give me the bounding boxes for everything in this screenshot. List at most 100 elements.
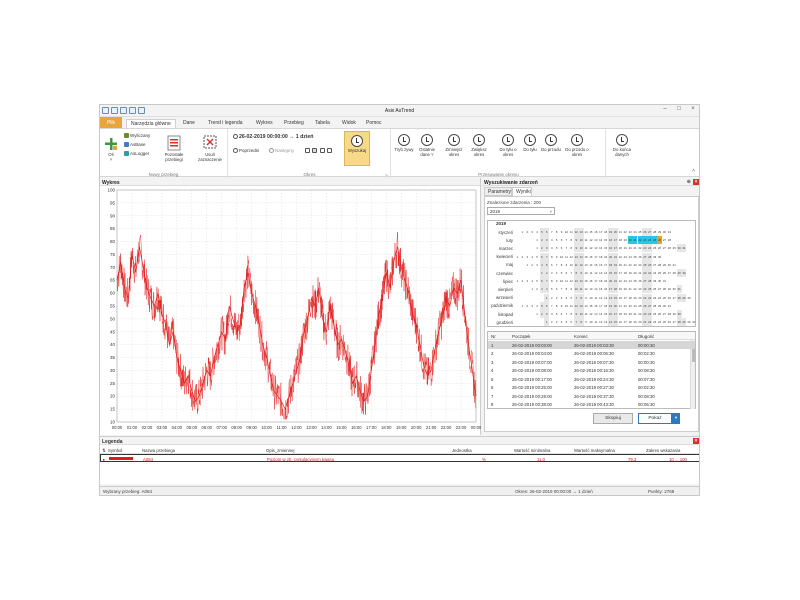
x-tick-label: 18:00 bbox=[381, 425, 392, 430]
calendar-day[interactable]: 31 bbox=[672, 261, 677, 269]
calendar-day[interactable]: 30 bbox=[657, 253, 662, 261]
calendar-day[interactable]: 30 bbox=[687, 294, 692, 302]
table-row[interactable]: 5 26-02-2019 00:17:00 26-02-2019 00:24:30 0… bbox=[488, 375, 695, 383]
back-button[interactable]: Do tyłu bbox=[520, 134, 540, 152]
tab-chart[interactable]: Wykres bbox=[252, 119, 277, 127]
tab-series[interactable]: Przebieg bbox=[280, 119, 308, 127]
other-series-button[interactable]: Pozostałe przebiegi bbox=[160, 135, 188, 162]
fast-forward-period-icon bbox=[571, 134, 583, 146]
x-tick-label: 21:00 bbox=[426, 425, 437, 430]
pin-icon[interactable]: ⊕ bbox=[687, 179, 691, 185]
series-name: A084 bbox=[143, 456, 154, 462]
y-tick-label: 75 bbox=[110, 252, 116, 257]
y-tick-label: 80 bbox=[110, 239, 116, 244]
calendar-day[interactable]: 31 bbox=[667, 228, 672, 236]
forward-button[interactable]: Do przodu bbox=[540, 134, 562, 152]
group-period: 26-02-2019 00:00:00 → 1 dzień Poprzedni … bbox=[229, 129, 391, 178]
table-row[interactable]: 1 26-02-2019 00:03:00 26-02-2019 00:03:30 0… bbox=[488, 341, 695, 349]
remove-selection-button[interactable]: Usuń zaznaczenie bbox=[196, 135, 224, 162]
table-row[interactable]: 7 26-02-2019 00:29:00 26-02-2019 00:37:30 0… bbox=[488, 392, 695, 400]
events-table: Nr Początek Koniec Długość 1 26-02-2019 0… bbox=[487, 331, 696, 409]
table-cell: 00:07:30 bbox=[638, 376, 655, 382]
events-table-header: Nr Początek Koniec Długość bbox=[488, 332, 695, 340]
export-icon[interactable] bbox=[312, 148, 318, 154]
trend-chart[interactable]: 10 15 20 25 30 35 40 45 50 55 60 65 70 75 80 85 90 95 100 0… bbox=[100, 186, 481, 435]
table-cell: 26-02-2019 00:04:00 bbox=[512, 351, 552, 356]
table-cell: 26-02-2019 00:07:00 bbox=[512, 359, 552, 365]
increase-period-button[interactable]: Zwiększ okres bbox=[467, 134, 491, 157]
axis-button[interactable]: Oś ˅ bbox=[103, 137, 119, 162]
x-tick-label: 05:00 bbox=[187, 425, 198, 430]
table-row[interactable]: 2 26-02-2019 00:04:00 26-02-2019 00:06:30 0… bbox=[488, 350, 695, 358]
calendar-day[interactable]: 31 bbox=[662, 277, 667, 285]
source-asbase[interactable]: AsBase bbox=[124, 142, 146, 148]
email-icon[interactable] bbox=[305, 148, 310, 154]
forward-by-period-button[interactable]: Do przodu o okres bbox=[564, 134, 590, 157]
calendar-day[interactable]: 31 bbox=[667, 302, 672, 310]
close-icon[interactable]: × bbox=[693, 179, 699, 185]
collapse-ribbon-icon[interactable]: ˄ bbox=[692, 168, 695, 174]
group-period-shift: Tryb żywy Ostatnie dane ˅ Zmniejsz okres… bbox=[392, 129, 606, 178]
close-icon[interactable]: × bbox=[689, 106, 697, 112]
table-cell: 2 bbox=[491, 351, 494, 356]
x-tick-label: 19:00 bbox=[396, 425, 407, 430]
y-tick-label: 25 bbox=[110, 381, 116, 386]
table-row[interactable]: 8 26-02-2019 00:38:00 26-02-2019 00:43:30 0… bbox=[488, 401, 695, 409]
tab-results[interactable]: Wyniki bbox=[512, 187, 532, 196]
calendar-day[interactable]: 31 bbox=[691, 318, 696, 326]
logger-icon bbox=[124, 151, 129, 157]
event-calendar[interactable]: 2019 styczeń 1 2 3 4 5 6 7 8 9 10 11 12 13 14 15 16 17 18 1… bbox=[487, 220, 696, 327]
year-select[interactable]: 2019 ˅ bbox=[487, 207, 555, 215]
last-data-button[interactable]: Ostatnie dane ˅ bbox=[414, 134, 440, 157]
table-row[interactable]: 3 26-02-2019 00:07:00 26-02-2019 00:07:30 0… bbox=[488, 358, 695, 366]
tab-trend-legend[interactable]: Trend i legenda bbox=[204, 119, 247, 127]
search-clock-icon bbox=[351, 135, 363, 147]
settings-icon[interactable] bbox=[326, 148, 332, 154]
calendar-day[interactable]: 28 bbox=[667, 236, 672, 244]
tab-help[interactable]: Pomoc bbox=[362, 119, 386, 127]
x-tick-label: 17:00 bbox=[366, 425, 377, 430]
col-unit: Jednostka bbox=[452, 447, 472, 453]
table-cell: 26-02-2019 00:17:00 bbox=[512, 376, 552, 382]
x-tick-label: 00:00 bbox=[112, 425, 123, 430]
period-display[interactable]: 26-02-2019 00:00:00 → 1 dzień bbox=[233, 134, 313, 140]
x-tick-label: 16:00 bbox=[351, 425, 362, 430]
live-mode-button[interactable]: Tryb żywy bbox=[394, 134, 414, 152]
col-min-value: Wartość minimalna bbox=[514, 447, 551, 453]
show-dropdown-icon[interactable]: ▾ bbox=[672, 413, 680, 424]
back-by-period-button[interactable]: Do tyłu o okres bbox=[496, 134, 520, 157]
calendar-day[interactable]: 30 bbox=[676, 310, 682, 318]
back-icon bbox=[233, 148, 238, 154]
tab-file[interactable]: Plik bbox=[100, 117, 122, 128]
minimize-icon[interactable]: – bbox=[661, 106, 669, 112]
dialog-launcher-icon[interactable]: ↘ bbox=[385, 172, 388, 177]
show-button[interactable]: Pokaż bbox=[638, 413, 672, 424]
source-calculated[interactable]: Wyliczany bbox=[124, 133, 150, 139]
x-tick-label: 11:00 bbox=[276, 425, 287, 430]
table-cell: 00:05:30 bbox=[638, 402, 655, 407]
series-max: 79,3 bbox=[628, 456, 637, 462]
source-aslogger[interactable]: AsLogger bbox=[124, 151, 149, 157]
to-end-of-data-button[interactable]: Do końca danych bbox=[608, 134, 636, 157]
table-row[interactable]: 6 26-02-2019 00:25:00 26-02-2019 00:27:30 0… bbox=[488, 384, 695, 392]
tab-table[interactable]: Tabela bbox=[311, 119, 334, 127]
calendar-icon[interactable] bbox=[319, 148, 325, 154]
calendar-day[interactable]: 31 bbox=[681, 244, 687, 253]
y-tick-label: 85 bbox=[110, 226, 116, 231]
tab-parameters[interactable]: Parametry bbox=[484, 187, 512, 196]
tab-view[interactable]: Widok bbox=[338, 119, 360, 127]
search-button[interactable]: Wyszukaj bbox=[344, 131, 370, 166]
tab-data[interactable]: Dane bbox=[179, 119, 199, 127]
decrease-period-button[interactable]: Zmniejsz okres bbox=[442, 134, 466, 157]
maximize-icon[interactable]: □ bbox=[675, 106, 683, 112]
close-icon[interactable]: × bbox=[693, 438, 699, 444]
table-row[interactable]: 4 26-02-2019 00:08:00 26-02-2019 00:16:30 0… bbox=[488, 367, 695, 375]
calendar-day[interactable]: 31 bbox=[676, 285, 682, 294]
end-of-data-icon bbox=[616, 134, 628, 146]
next-button[interactable]: Następny bbox=[269, 148, 294, 154]
previous-button[interactable]: Poprzedni bbox=[233, 148, 259, 154]
legend-row[interactable]: ▸ A084 Poziom w zb. cyrkulacyjnym kwasu … bbox=[100, 454, 699, 462]
copy-button[interactable]: Skopiuj bbox=[593, 413, 633, 424]
calendar-day[interactable]: 30 bbox=[681, 269, 687, 277]
zoom-in-period-icon bbox=[473, 134, 485, 146]
